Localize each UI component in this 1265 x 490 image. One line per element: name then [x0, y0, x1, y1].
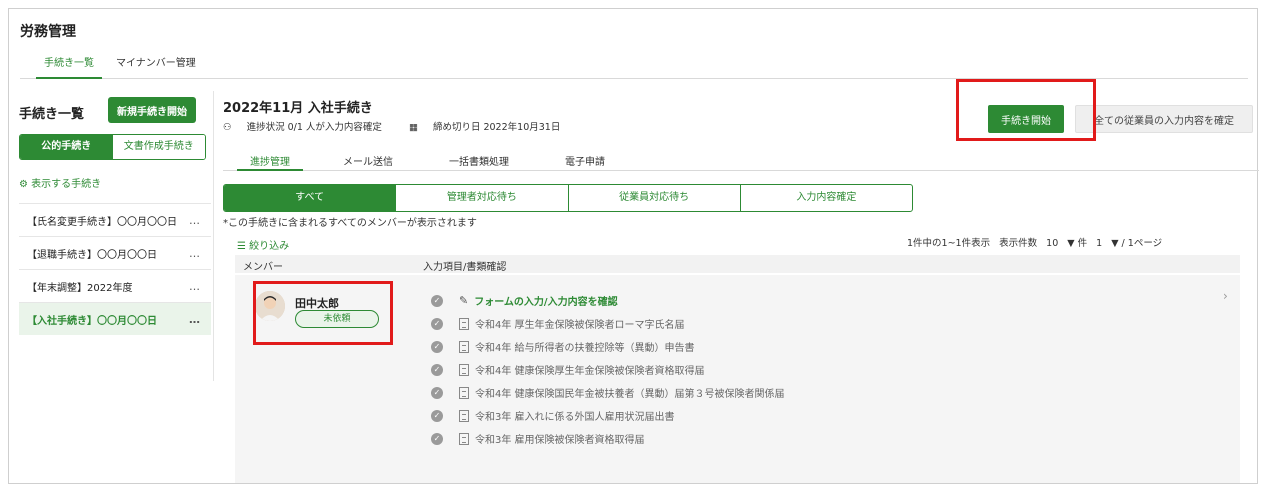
document-name: 令和4年 厚生年金保険被保険者ローマ字氏名届 — [475, 320, 685, 331]
calendar-icon: ▦ — [408, 122, 418, 133]
document-row[interactable]: ✓ 令和3年 雇入れに係る外国人雇用状況届出書 — [431, 404, 1231, 427]
tab-mail[interactable]: メール送信 — [343, 153, 393, 171]
highlight-box — [956, 79, 1096, 141]
filter-note: *この手続きに含まれるすべてのメンバーが表示されます — [223, 218, 477, 229]
pager-summary: 1件中の1~1件表示 — [907, 238, 991, 249]
people-icon: ⚇ — [223, 122, 232, 133]
check-icon: ✓ — [431, 294, 443, 307]
deadline: 締め切り日 2022年10月31日 — [432, 122, 561, 133]
document-icon — [459, 317, 469, 330]
check-icon: ✓ — [431, 409, 443, 422]
document-icon — [459, 432, 469, 445]
progress-status: 進捗状況 0/1 人が入力内容確定 — [246, 122, 382, 133]
procedure-list: 【氏名変更手続き】〇〇月〇〇日 … 【退職手続き】〇〇月〇〇日 … 【年末調整】… — [19, 203, 211, 335]
top-tabs: 手続き一覧 マイナンバー管理 — [20, 57, 1248, 79]
procedure-type-toggle: 公的手続き 文書作成手続き — [19, 134, 206, 160]
gear-icon: ⚙ — [19, 179, 28, 190]
per-page-dropdown[interactable]: ▼ 件 — [1067, 238, 1087, 249]
app-title: 労務管理 — [20, 24, 76, 40]
show-procedures-link[interactable]: ⚙ 表示する手続き — [19, 175, 101, 190]
segment-document-procedures[interactable]: 文書作成手続き — [112, 135, 205, 159]
filter-all[interactable]: すべて — [224, 185, 397, 211]
confirm-all-button[interactable]: 全ての従業員の入力内容を確定 — [1075, 105, 1253, 133]
more-icon[interactable]: … — [189, 280, 201, 293]
edit-icon: ✎ — [459, 294, 469, 307]
procedure-item-label: 【退職手続き】〇〇月〇〇日 — [27, 249, 157, 261]
check-icon: ✓ — [431, 386, 443, 399]
document-list: ✓ ✎ フォームの入力/入力内容を確認 ✓ 令和4年 厚生年金保険被保険者ローマ… — [431, 289, 1231, 450]
form-link[interactable]: フォームの入力/入力内容を確認 — [474, 293, 617, 308]
tab-my-number[interactable]: マイナンバー管理 — [116, 57, 196, 79]
document-icon — [459, 363, 469, 376]
tab-procedures[interactable]: 手続き一覧 — [36, 57, 102, 79]
col-member: メンバー — [243, 262, 283, 273]
form-row[interactable]: ✓ ✎ フォームの入力/入力内容を確認 — [431, 289, 1231, 312]
check-icon: ✓ — [431, 432, 443, 445]
page-dropdown[interactable]: ▼ / 1ページ — [1111, 238, 1162, 249]
sub-tabs: 進捗管理 メール送信 一括書類処理 電子申請 — [223, 149, 1259, 171]
per-page-label: 表示件数 — [999, 238, 1038, 249]
more-icon[interactable]: … — [189, 247, 201, 260]
tab-batch-docs[interactable]: 一括書類処理 — [449, 153, 509, 171]
document-icon — [459, 340, 469, 353]
per-page-value[interactable]: 10 — [1046, 238, 1058, 249]
procedure-item[interactable]: 【年末調整】2022年度 … — [19, 269, 211, 302]
more-icon[interactable]: … — [189, 313, 201, 326]
document-name: 令和4年 健康保険国民年金被扶養者（異動）届第３号被保険者関係届 — [475, 389, 785, 400]
document-row[interactable]: ✓ 令和4年 給与所得者の扶養控除等（異動）申告書 — [431, 335, 1231, 358]
app-frame: 労務管理 手続き一覧 マイナンバー管理 手続き一覧 新規手続き開始 公的手続き … — [8, 8, 1259, 484]
check-icon: ✓ — [431, 363, 443, 376]
highlight-box — [253, 281, 393, 345]
document-row[interactable]: ✓ 令和4年 健康保険国民年金被扶養者（異動）届第３号被保険者関係届 — [431, 381, 1231, 404]
table-row[interactable]: 田中太郎 未依頼 ✓ ✎ フォームの入力/入力内容を確認 ✓ 令和4年 厚生年金… — [235, 275, 1240, 483]
procedure-meta: ⚇ 進捗状況 0/1 人が入力内容確定 ▦ 締め切り日 2022年10月31日 — [223, 119, 584, 133]
pagination: 1件中の1~1件表示 表示件数 10 ▼ 件 1 ▼ / 1ページ — [901, 235, 1162, 249]
document-name: 令和3年 雇用保険被保険者資格取得届 — [475, 435, 645, 446]
document-icon — [459, 409, 469, 422]
filter-confirmed[interactable]: 入力内容確定 — [741, 185, 912, 211]
filter-employee-pending[interactable]: 従業員対応待ち — [569, 185, 741, 211]
chevron-right-icon[interactable]: › — [1223, 289, 1228, 303]
document-icon — [459, 386, 469, 399]
page-value[interactable]: 1 — [1096, 238, 1102, 249]
table-header: メンバー 入力項目/書類確認 — [235, 255, 1240, 273]
narrow-down-label: 絞り込み — [249, 241, 290, 252]
col-items: 入力項目/書類確認 — [423, 262, 507, 273]
check-icon: ✓ — [431, 340, 443, 353]
procedure-item[interactable]: 【退職手続き】〇〇月〇〇日 … — [19, 236, 211, 269]
check-icon: ✓ — [431, 317, 443, 330]
tab-progress[interactable]: 進捗管理 — [237, 153, 303, 171]
document-row[interactable]: ✓ 令和4年 健康保険厚生年金保険被保険者資格取得届 — [431, 358, 1231, 381]
procedure-item[interactable]: 【氏名変更手続き】〇〇月〇〇日 … — [19, 203, 211, 236]
more-icon[interactable]: … — [189, 214, 201, 227]
procedure-item-label: 【氏名変更手続き】〇〇月〇〇日 — [27, 216, 177, 228]
document-name: 令和3年 雇入れに係る外国人雇用状況届出書 — [475, 412, 675, 423]
segment-public-procedures[interactable]: 公的手続き — [20, 135, 113, 159]
tab-e-application[interactable]: 電子申請 — [565, 153, 605, 171]
new-procedure-button[interactable]: 新規手続き開始 — [108, 97, 196, 123]
procedure-item-label: 【年末調整】2022年度 — [27, 282, 133, 294]
document-name: 令和4年 健康保険厚生年金保険被保険者資格取得届 — [475, 366, 705, 377]
document-row[interactable]: ✓ 令和4年 厚生年金保険被保険者ローマ字氏名届 — [431, 312, 1231, 335]
sidebar: 手続き一覧 新規手続き開始 公的手続き 文書作成手続き ⚙ 表示する手続き 【氏… — [9, 91, 214, 381]
document-row[interactable]: ✓ 令和3年 雇用保険被保険者資格取得届 — [431, 427, 1231, 450]
document-name: 令和4年 給与所得者の扶養控除等（異動）申告書 — [475, 343, 695, 354]
sidebar-title: 手続き一覧 — [19, 107, 85, 122]
filter-admin-pending[interactable]: 管理者対応待ち — [396, 185, 569, 211]
procedure-item-selected[interactable]: 【入社手続き】〇〇月〇〇日 … — [19, 302, 211, 335]
filter-icon: ☰ — [237, 241, 246, 252]
status-filter: すべて 管理者対応待ち 従業員対応待ち 入力内容確定 — [223, 184, 913, 212]
narrow-down-link[interactable]: ☰ 絞り込み — [237, 237, 289, 252]
show-procedures-label: 表示する手続き — [31, 179, 102, 190]
page-title: 2022年11月 入社手続き — [223, 101, 373, 116]
procedure-item-label: 【入社手続き】〇〇月〇〇日 — [27, 315, 157, 327]
